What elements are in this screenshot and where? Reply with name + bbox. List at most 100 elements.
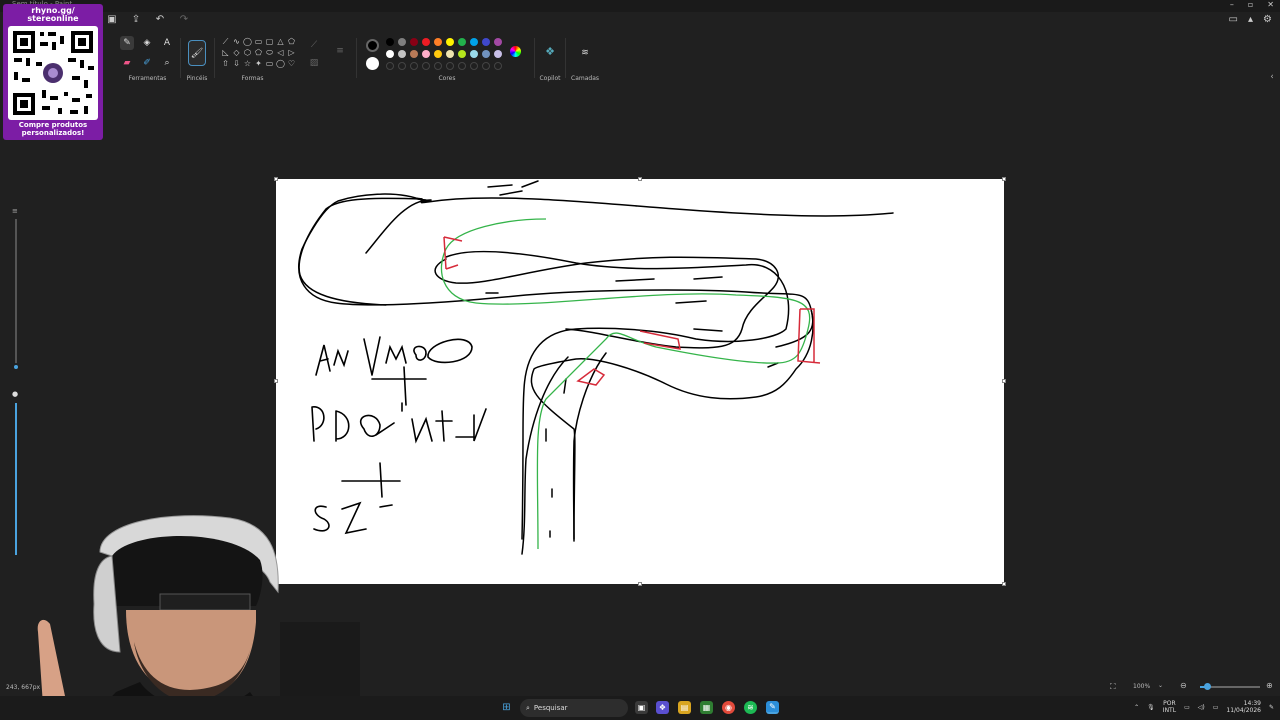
primary-color-swatch[interactable] [366,39,379,52]
redo-icon[interactable]: ↷ [178,14,190,25]
shape-12-icon[interactable]: ◁ [275,47,286,58]
custom-color-slot[interactable] [434,62,442,70]
color-swatch[interactable] [398,50,406,58]
shape-4-icon[interactable]: ▢ [264,36,275,47]
resize-handle[interactable] [274,177,278,181]
fill-icon[interactable]: ◈ [140,36,154,50]
custom-color-slot[interactable] [422,62,430,70]
magnifier-icon[interactable]: ⌕ [160,56,174,70]
custom-color-slot[interactable] [458,62,466,70]
resize-handle[interactable] [1002,379,1006,383]
chrome-icon[interactable]: ◉ [722,701,735,714]
color-swatch[interactable] [482,50,490,58]
custom-color-slot[interactable] [482,62,490,70]
shape-19-icon[interactable]: ◯ [275,58,286,69]
shape-3-icon[interactable]: ▭ [253,36,264,47]
outline-icon[interactable]: ⟋ [307,38,321,52]
color-swatch[interactable] [410,38,418,46]
taskbar-search[interactable]: ⌕ Pesquisar [520,699,628,717]
custom-color-slot[interactable] [446,62,454,70]
color-swatch[interactable] [458,38,466,46]
color-swatch[interactable] [446,38,454,46]
battery-icon[interactable]: ▭ [1213,704,1219,711]
size-icon[interactable]: ≡ [333,44,347,58]
collapse-ribbon-icon[interactable]: ‹ [1265,70,1279,84]
color-swatch[interactable] [398,38,406,46]
task-view-icon[interactable]: ▣ [635,701,648,714]
color-swatch[interactable] [470,50,478,58]
zoom-level[interactable]: 100% [1133,683,1150,690]
shape-13-icon[interactable]: ▷ [286,47,297,58]
color-swatch[interactable] [386,50,394,58]
edit-colors-icon[interactable] [510,46,521,57]
custom-color-slot[interactable] [398,62,406,70]
color-swatch[interactable] [410,50,418,58]
shape-11-icon[interactable]: ⬭ [264,47,275,58]
color-picker-icon[interactable]: ✐ [140,56,154,70]
shape-2-icon[interactable]: ◯ [242,36,253,47]
resize-handle[interactable] [1002,177,1006,181]
custom-color-slot[interactable] [470,62,478,70]
secondary-color-swatch[interactable] [366,57,379,70]
shape-6-icon[interactable]: ⬠ [286,36,297,47]
file-explorer-icon[interactable]: ▤ [678,701,691,714]
color-swatch[interactable] [386,38,394,46]
maximize-icon[interactable]: ▫ [1248,0,1253,9]
color-swatch[interactable] [422,50,430,58]
zoom-dropdown-icon[interactable]: ⌄ [1158,682,1163,689]
language-indicator[interactable]: POR INTL [1163,700,1176,714]
color-swatch[interactable] [434,50,442,58]
zoom-slider[interactable] [1200,683,1260,690]
resize-handle[interactable] [638,177,642,181]
minimize-icon[interactable]: – [1230,0,1234,9]
copilot-icon[interactable]: ❖ [543,44,557,58]
settings-icon[interactable]: ⚙ [1263,14,1272,25]
share-icon[interactable]: ⇪ [130,14,142,25]
tray-chevron-icon[interactable]: ⌃ [1134,704,1139,711]
microphone-icon[interactable]: 🎙 [1147,704,1155,711]
close-icon[interactable]: ✕ [1267,0,1274,9]
color-swatch[interactable] [482,38,490,46]
account-icon[interactable]: ▴ [1248,14,1253,25]
shape-7-icon[interactable]: ◺ [220,47,231,58]
color-swatch[interactable] [470,38,478,46]
custom-color-slot[interactable] [494,62,502,70]
save-icon[interactable]: ▣ [106,14,118,25]
resize-handle[interactable] [274,379,278,383]
color-swatch[interactable] [494,50,502,58]
fit-to-window-icon[interactable]: ⛶ [1110,682,1116,692]
volume-icon[interactable]: ◁) [1198,704,1205,711]
network-icon[interactable]: ▭ [1184,704,1190,711]
color-swatch[interactable] [458,50,466,58]
clock[interactable]: 14:39 11/04/2026 [1226,700,1261,714]
custom-color-slot[interactable] [410,62,418,70]
pencil-icon[interactable]: ✎ [120,36,134,50]
resize-handle[interactable] [638,582,642,586]
layers-icon[interactable]: ≋ [578,46,592,60]
copilot-app-icon[interactable]: ❖ [656,701,669,714]
start-icon[interactable]: ⊞ [500,701,513,714]
brush-icon[interactable]: 🖌 [188,40,206,66]
fill-style-icon[interactable]: ▨ [307,56,321,70]
shape-14-icon[interactable]: ⇧ [220,58,231,69]
resize-handle[interactable] [1002,582,1006,586]
size-knob[interactable] [12,363,20,371]
eraser-icon[interactable]: ▰ [120,56,134,70]
shape-0-icon[interactable]: ⟋ [220,36,231,47]
undo-icon[interactable]: ↶ [154,14,166,25]
color-swatch[interactable] [494,38,502,46]
shape-8-icon[interactable]: ◇ [231,47,242,58]
zoom-out-icon[interactable]: ⊖ [1180,681,1187,690]
spotify-icon[interactable]: ≋ [744,701,757,714]
shape-16-icon[interactable]: ☆ [242,58,253,69]
color-swatch[interactable] [422,38,430,46]
color-swatch[interactable] [434,38,442,46]
shape-9-icon[interactable]: ⬡ [242,47,253,58]
zoom-slider-thumb[interactable] [1204,683,1212,690]
zoom-in-icon[interactable]: ⊕ [1266,681,1273,690]
shape-15-icon[interactable]: ⇩ [231,58,242,69]
color-swatch[interactable] [446,50,454,58]
notifications-icon[interactable]: ✎ [1269,704,1274,711]
shape-17-icon[interactable]: ✦ [253,58,264,69]
custom-color-slot[interactable] [386,62,394,70]
